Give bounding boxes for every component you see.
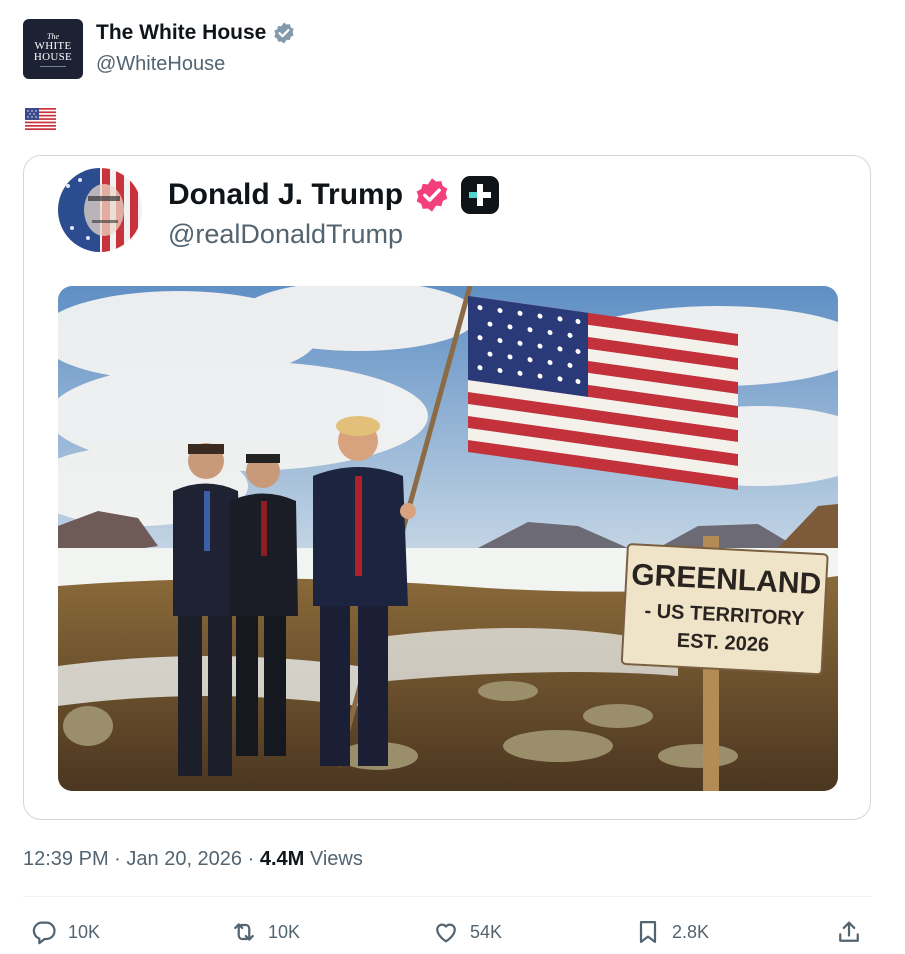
repost-count: 10K bbox=[268, 921, 301, 942]
greenland-flag-image[interactable]: GREENLAND - US TERRITORY EST. 2026 bbox=[58, 286, 838, 791]
greenland-scene: GREENLAND - US TERRITORY EST. 2026 bbox=[58, 286, 838, 791]
quoted-author-handle[interactable]: @realDonaldTrump bbox=[168, 219, 403, 250]
white-house-avatar[interactable]: The WHITE HOUSE bbox=[23, 19, 83, 79]
post-time[interactable]: 12:39 PM bbox=[23, 848, 109, 870]
bookmark-icon bbox=[639, 920, 657, 944]
divider bbox=[23, 896, 872, 897]
like-count: 54K bbox=[470, 921, 503, 942]
meta-separator: · bbox=[247, 848, 260, 870]
share-icon bbox=[839, 921, 859, 942]
verified-pink-icon bbox=[416, 178, 448, 212]
heart-icon bbox=[436, 923, 456, 943]
reply-count: 10K bbox=[68, 921, 101, 942]
post-date[interactable]: Jan 20, 2026 bbox=[126, 848, 242, 870]
author-name-text: The White House bbox=[96, 21, 267, 44]
avatar-divider bbox=[40, 65, 66, 67]
quoted-author-name-text: Donald J. Trump bbox=[168, 178, 404, 211]
verified-gray-icon bbox=[274, 22, 295, 44]
views-label: Views bbox=[309, 848, 363, 870]
quoted-author-name[interactable]: Donald J. Trump bbox=[168, 176, 500, 214]
trump-avatar[interactable] bbox=[58, 168, 142, 252]
author-name[interactable]: The White House bbox=[96, 21, 296, 45]
like-button[interactable]: 54K bbox=[432, 918, 502, 946]
action-bar: 10K 10K 54K 2.8K bbox=[0, 918, 905, 954]
reply-button[interactable]: 10K bbox=[30, 918, 100, 946]
post-text bbox=[25, 108, 56, 135]
reply-icon bbox=[32, 921, 56, 945]
bookmark-button[interactable]: 2.8K bbox=[634, 918, 709, 946]
quoted-post-card[interactable]: Donald J. Trump @realDonaldTrump GREENLA… bbox=[23, 155, 871, 820]
avatar-text-line1: WHITE bbox=[34, 39, 72, 52]
repost-icon bbox=[234, 923, 254, 941]
avatar-text-line2: HOUSE bbox=[33, 50, 73, 63]
views-count: 4.4M bbox=[259, 848, 305, 870]
bookmark-count: 2.8K bbox=[672, 921, 710, 942]
post-meta: 12:39 PM · Jan 20, 2026 · 4.4M Views bbox=[23, 848, 363, 871]
share-button[interactable] bbox=[835, 918, 863, 946]
meta-separator: · bbox=[114, 848, 127, 870]
repost-button[interactable]: 10K bbox=[230, 918, 300, 946]
us-flag-emoji-icon bbox=[25, 108, 56, 130]
trump-avatar-image bbox=[58, 168, 142, 252]
truth-social-plus-icon bbox=[461, 176, 500, 214]
author-handle[interactable]: @WhiteHouse bbox=[96, 53, 225, 76]
